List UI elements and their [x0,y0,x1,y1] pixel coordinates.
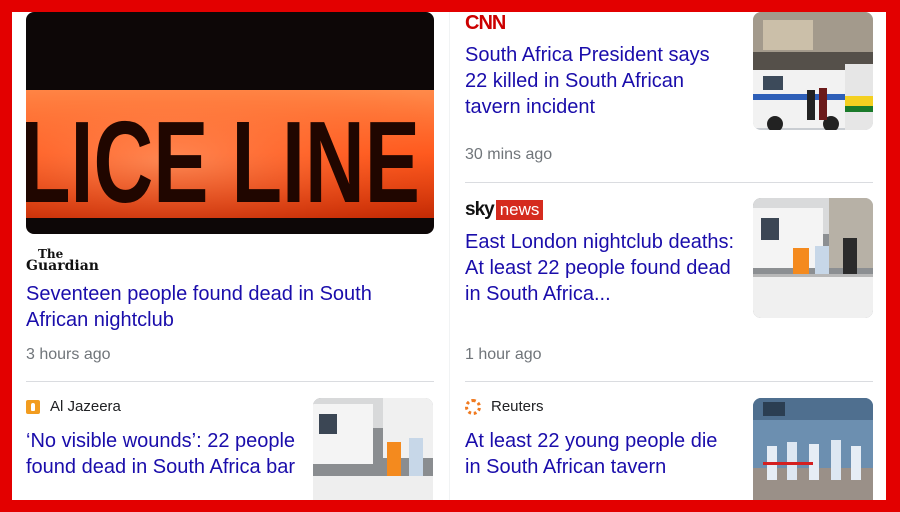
tavern-scene-thumbnail[interactable] [753,398,873,500]
column-divider [449,12,450,500]
nightclub-scene-thumbnail[interactable] [753,198,873,318]
story-headline[interactable]: ‘No visible wounds’: 22 people found dea… [26,428,296,480]
news-logo-badge: news [495,200,544,220]
guardian-logo-line2: Guardian [26,258,99,274]
source-name: Reuters [491,398,544,415]
story-headline[interactable]: South Africa President says 22 killed in… [465,42,730,120]
story-headline[interactable]: Seventeen people found dead in South Afr… [26,281,426,333]
al-jazeera-source: Al Jazeera [26,398,121,415]
divider [465,381,873,382]
police-line-tape-text: LICE LINE [26,97,420,227]
nightclub-scene-image [753,198,873,318]
source-name: Al Jazeera [50,398,121,415]
bar-scene-thumbnail[interactable] [313,398,433,500]
tavern-scene-image [753,398,873,500]
divider [26,381,434,382]
police-line-image[interactable]: LICE LINE [26,12,434,234]
source-name: CNN [465,12,506,34]
cnn-logo: CNN [465,12,506,35]
divider [465,182,873,183]
reuters-icon [465,398,481,415]
story-headline[interactable]: East London nightclub deaths: At least 2… [465,229,735,307]
reuters-source: Reuters [465,398,544,415]
story-headline[interactable]: At least 22 young people die in South Af… [465,428,735,480]
story-time: 30 mins ago [465,146,553,163]
news-panel: LICE LINE The Guardian Seventeen people … [12,12,886,500]
police-line-illustration: LICE LINE [26,12,434,234]
ambulance-scene-image [753,12,873,130]
story-time: 3 hours ago [26,346,111,363]
guardian-logo: The Guardian [26,248,99,274]
al-jazeera-icon [26,399,40,414]
sky-news-logo: sky news [465,199,544,221]
story-time: 1 hour ago [465,346,542,363]
bar-scene-image [313,398,433,500]
sky-logo-word: sky [465,199,495,220]
ambulance-thumbnail[interactable] [753,12,873,130]
